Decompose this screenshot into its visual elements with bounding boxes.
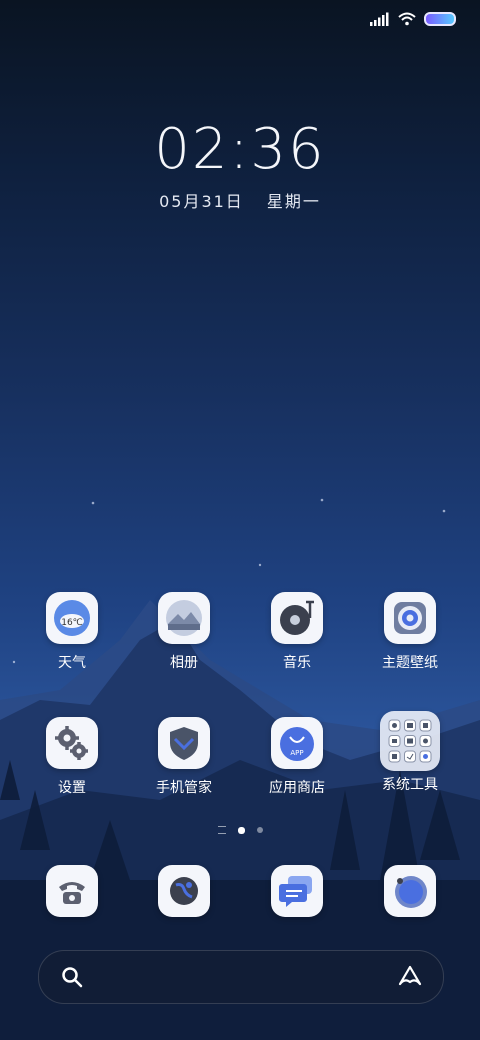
dock-browser[interactable]: [129, 865, 239, 917]
page-dot-active[interactable]: [237, 826, 245, 834]
status-bar: [370, 10, 456, 28]
app-label: 系统工具: [382, 777, 438, 793]
weather-icon: 16℃: [46, 592, 98, 644]
app-weather[interactable]: 16℃ 天气: [17, 592, 127, 672]
app-label: 应用商店: [269, 780, 325, 796]
app-gallery[interactable]: 相册: [129, 592, 239, 672]
app-badge: APP: [290, 749, 303, 757]
app-label: 音乐: [283, 655, 311, 671]
app-label: 相册: [170, 655, 198, 671]
themes-icon: [384, 592, 436, 644]
app-store[interactable]: APP 应用商店: [242, 717, 352, 797]
gallery-icon: [158, 592, 210, 644]
phone-icon: [46, 865, 98, 917]
security-icon: [158, 717, 210, 769]
page-indicator[interactable]: [0, 826, 480, 834]
music-icon: [271, 592, 323, 644]
app-store-icon: APP: [271, 717, 323, 769]
camera-icon: [384, 865, 436, 917]
search-icon[interactable]: [61, 966, 83, 988]
clock-widget[interactable]: 02:36 05月31日 星期一: [0, 120, 480, 212]
battery-icon: [424, 12, 456, 26]
assistant-icon[interactable]: [397, 964, 423, 988]
app-label: 手机管家: [156, 780, 212, 796]
page-indicator-list[interactable]: [217, 826, 226, 834]
app-label: 天气: [58, 655, 86, 671]
dock-camera[interactable]: [355, 865, 465, 917]
browser-icon: [158, 865, 210, 917]
clock-time: 02:36: [154, 117, 326, 182]
page-dot[interactable]: [256, 827, 263, 833]
weather-temp: 16℃: [61, 618, 83, 628]
tools-folder-icon: [380, 711, 440, 771]
app-phone-manager[interactable]: 手机管家: [129, 717, 239, 797]
date-text: 05月31日: [159, 192, 244, 211]
messages-icon: [271, 865, 323, 917]
app-music[interactable]: 音乐: [242, 592, 352, 672]
app-system-tools[interactable]: 系统工具: [355, 711, 465, 794]
app-label: 设置: [58, 780, 86, 796]
weekday-text: 星期一: [266, 192, 321, 211]
dock-phone[interactable]: [17, 865, 127, 917]
settings-icon: [46, 717, 98, 769]
app-themes[interactable]: 主题壁纸: [355, 592, 465, 672]
clock-date: 05月31日 星期一: [0, 188, 480, 212]
wifi-icon: [398, 12, 416, 26]
app-settings[interactable]: 设置: [17, 717, 127, 797]
signal-icon: [370, 12, 389, 26]
app-label: 主题壁纸: [382, 655, 438, 671]
search-bar[interactable]: [38, 950, 444, 1004]
dock-messages[interactable]: [242, 865, 352, 917]
